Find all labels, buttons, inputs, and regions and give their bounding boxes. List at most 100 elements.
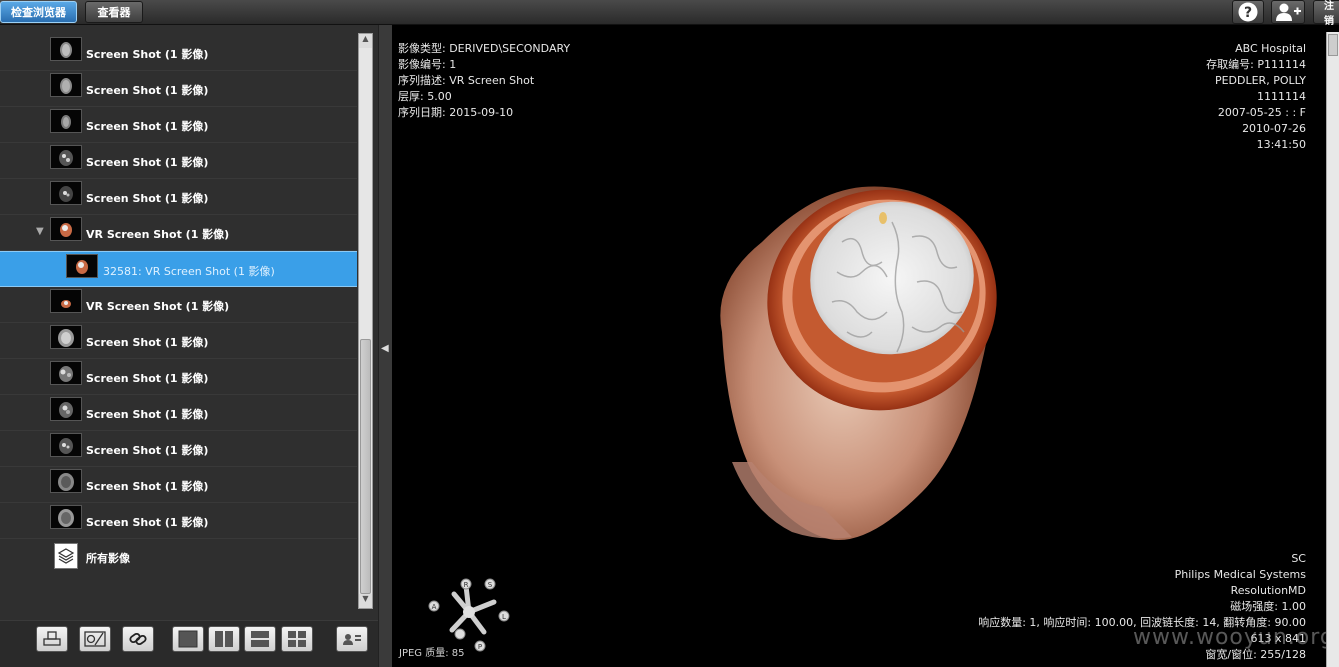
list-item-label: Screen Shot (1 影像) xyxy=(86,408,209,421)
orientation-cube-widget[interactable]: R S L A P xyxy=(424,572,514,652)
overlay-line: Philips Medical Systems xyxy=(1174,568,1306,581)
toggle-button[interactable] xyxy=(79,626,111,652)
layout-two-column-button[interactable] xyxy=(208,626,240,652)
user-card-button[interactable] xyxy=(336,626,368,652)
scroll-down-icon[interactable]: ▼ xyxy=(359,594,372,608)
watermark-text: www.wooyun.org xyxy=(1133,625,1335,650)
series-list-scrollbar[interactable]: ▲ ▼ xyxy=(358,33,373,609)
logout-button[interactable]: 注销 xyxy=(1313,0,1339,27)
overlay-line: 序列描述: VR Screen Shot xyxy=(398,74,535,87)
list-item-label: Screen Shot (1 影像) xyxy=(86,372,209,385)
svg-text:?: ? xyxy=(1244,5,1252,21)
series-thumbnail xyxy=(50,217,82,241)
list-item[interactable]: Screen Shot (1 影像) xyxy=(0,359,357,395)
layout-single-icon xyxy=(178,630,198,648)
overlay-top-left: 影像类型: DERIVED\SECONDARY 影像编号: 1 序列描述: VR… xyxy=(398,41,570,121)
series-thumbnail xyxy=(50,469,82,493)
overlay-line: 1111114 xyxy=(1257,90,1306,103)
overlay-line: 13:41:50 xyxy=(1256,138,1306,151)
print-button[interactable] xyxy=(36,626,68,652)
series-thumbnail xyxy=(50,397,82,421)
series-thumbnail xyxy=(50,181,82,205)
list-item-label: Screen Shot (1 影像) xyxy=(86,336,209,349)
list-item-label: Screen Shot (1 影像) xyxy=(86,120,209,133)
link-icon xyxy=(129,632,147,646)
list-item-label: Screen Shot (1 影像) xyxy=(86,480,209,493)
list-item[interactable]: VR Screen Shot (1 影像) xyxy=(0,287,357,323)
link-button[interactable] xyxy=(122,626,154,652)
overlay-line: 影像类型: DERIVED\SECONDARY xyxy=(398,42,571,55)
list-item[interactable]: Screen Shot (1 影像) xyxy=(0,395,357,431)
scrollbar-thumb[interactable] xyxy=(1328,34,1338,56)
help-button[interactable]: ? xyxy=(1232,0,1264,24)
series-list: Screen Shot (1 影像) Screen Shot (1 影像) Sc… xyxy=(0,35,357,595)
list-item-all-images[interactable]: 所有影像 xyxy=(0,539,357,575)
tab-viewer[interactable]: 查看器 xyxy=(85,1,143,23)
list-item-label: VR Screen Shot (1 影像) xyxy=(86,228,230,241)
list-item[interactable]: Screen Shot (1 影像) xyxy=(0,179,357,215)
list-item[interactable]: Screen Shot (1 影像) xyxy=(0,503,357,539)
overlay-line: SC xyxy=(1291,552,1306,565)
layout-two-row-button[interactable] xyxy=(244,626,276,652)
orientation-label: P xyxy=(478,643,482,651)
series-thumbnail xyxy=(50,361,82,385)
overlay-line: 序列日期: 2015-09-10 xyxy=(398,106,514,119)
list-item-label: Screen Shot (1 影像) xyxy=(86,192,209,205)
list-item[interactable]: Screen Shot (1 影像) xyxy=(0,107,357,143)
series-thumbnail xyxy=(50,37,82,61)
overlay-line: ResolutionMD xyxy=(1230,584,1306,597)
top-bar: 检查浏览器 查看器 ? 注销 xyxy=(0,0,1339,27)
series-thumbnail xyxy=(50,109,82,133)
print-icon xyxy=(43,631,61,646)
list-item-label: Screen Shot (1 影像) xyxy=(86,516,209,529)
series-thumbnail xyxy=(50,505,82,529)
list-item[interactable]: Screen Shot (1 影像) xyxy=(0,35,357,71)
collapse-panel-icon[interactable]: ◀ xyxy=(381,343,389,354)
add-user-button[interactable] xyxy=(1271,0,1305,24)
list-item-label: Screen Shot (1 影像) xyxy=(86,156,209,169)
list-item-label: Screen Shot (1 影像) xyxy=(86,48,209,61)
orientation-label: S xyxy=(488,581,493,589)
viewport-scrollbar[interactable] xyxy=(1326,32,1339,667)
layout-two-row-icon xyxy=(251,631,269,647)
list-item[interactable]: Screen Shot (1 影像) xyxy=(0,71,357,107)
list-item[interactable]: Screen Shot (1 影像) xyxy=(0,143,357,179)
list-item-label: Screen Shot (1 影像) xyxy=(86,84,209,97)
list-item[interactable]: Screen Shot (1 影像) xyxy=(0,323,357,359)
overlay-top-right: ABC Hospital 存取编号: P111114 PEDDLER, POLL… xyxy=(1206,41,1306,153)
overlay-line: 影像编号: 1 xyxy=(398,58,457,71)
series-thumbnail xyxy=(50,145,82,169)
list-item[interactable]: Screen Shot (1 影像) xyxy=(0,467,357,503)
overlay-line: 磁场强度: 1.00 xyxy=(1230,600,1306,613)
overlay-line: 2010-07-26 xyxy=(1242,122,1306,135)
list-item-label: 32581: VR Screen Shot (1 影像) xyxy=(103,265,275,278)
layout-two-column-icon xyxy=(215,631,233,647)
layout-single-button[interactable] xyxy=(172,626,204,652)
app-window: 检查浏览器 查看器 ? 注销 Screen Shot (1 影像) Screen… xyxy=(0,0,1339,667)
list-item[interactable]: Screen Shot (1 影像) xyxy=(0,431,357,467)
layout-grid-button[interactable] xyxy=(281,626,313,652)
toggle-icon xyxy=(84,631,106,647)
add-user-icon xyxy=(1276,3,1301,21)
layout-grid-icon xyxy=(288,631,306,647)
list-item-label: Screen Shot (1 影像) xyxy=(86,444,209,457)
overlay-line: 存取编号: P111114 xyxy=(1206,58,1306,71)
series-thumbnail xyxy=(50,73,82,97)
orientation-label: A xyxy=(432,603,437,611)
list-item-label: 所有影像 xyxy=(86,552,130,565)
stack-layers-icon xyxy=(54,543,78,569)
series-thumbnail xyxy=(50,433,82,457)
image-viewport[interactable]: 影像类型: DERIVED\SECONDARY 影像编号: 1 序列描述: VR… xyxy=(392,32,1326,667)
panel-splitter[interactable]: ◀ xyxy=(378,25,392,667)
collapse-arrow-icon[interactable]: ▼ xyxy=(36,226,44,237)
series-thumbnail xyxy=(50,289,82,313)
bottom-toolbar xyxy=(0,620,378,667)
overlay-line: ABC Hospital xyxy=(1235,42,1306,55)
scroll-up-icon[interactable]: ▲ xyxy=(359,34,372,48)
list-item[interactable]: ▼ VR Screen Shot (1 影像) xyxy=(0,215,357,251)
orientation-label: L xyxy=(502,613,506,621)
series-thumbnail xyxy=(66,254,98,278)
list-item-selected[interactable]: 32581: VR Screen Shot (1 影像) xyxy=(0,251,357,287)
scrollbar-thumb[interactable] xyxy=(360,339,371,594)
tab-study-browser[interactable]: 检查浏览器 xyxy=(0,1,77,23)
